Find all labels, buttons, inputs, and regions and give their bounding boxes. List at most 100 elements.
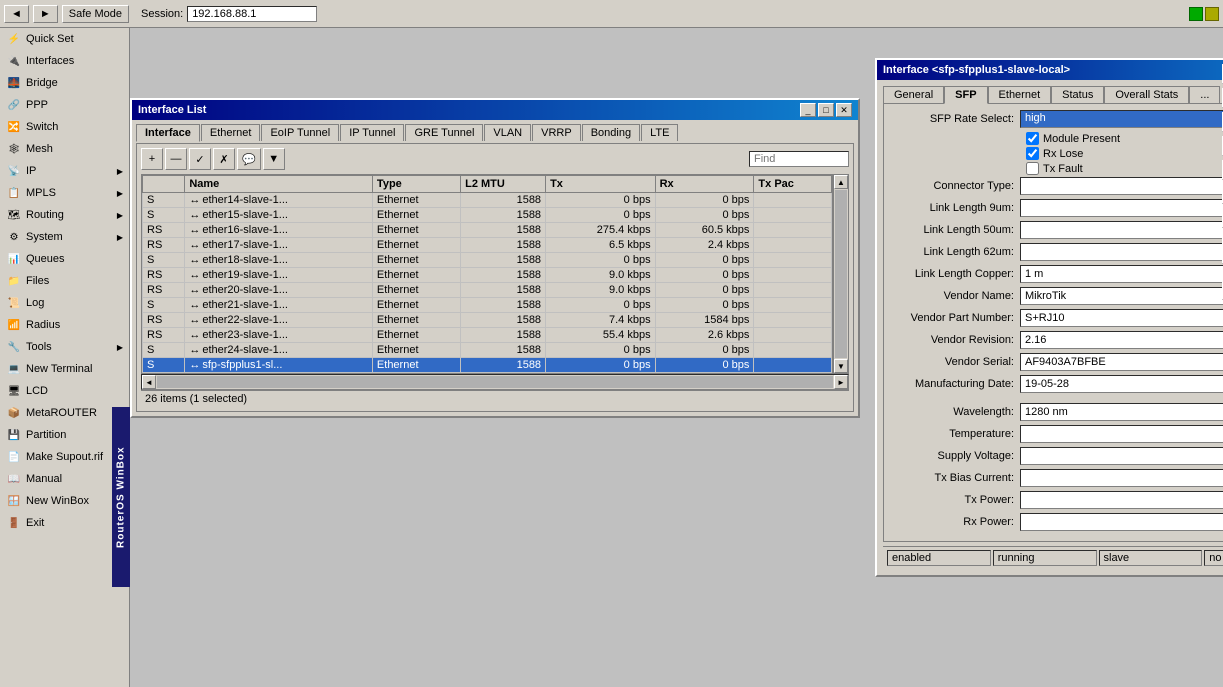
link-50um-input[interactable]	[1020, 221, 1223, 239]
col-type[interactable]: Type	[372, 176, 460, 193]
sidebar-item-bridge[interactable]: 🌉 Bridge	[0, 72, 129, 94]
vendor-part-input[interactable]	[1020, 309, 1223, 327]
temperature-input[interactable]	[1020, 425, 1223, 443]
sidebar-item-log[interactable]: 📜 Log	[0, 292, 129, 314]
tab-bonding[interactable]: Bonding	[582, 124, 640, 141]
sidebar-item-partition[interactable]: 💾 Partition	[0, 424, 129, 446]
sidebar-item-system[interactable]: ⚙ System ▶	[0, 226, 129, 248]
table-row[interactable]: S ↔ether18-slave-1... Ethernet 1588 0 bp…	[143, 253, 832, 268]
forward-button[interactable]: ►	[33, 5, 58, 23]
tab-eoip[interactable]: EoIP Tunnel	[261, 124, 339, 141]
link-9um-input[interactable]	[1020, 199, 1223, 217]
table-row[interactable]: RS ↔ether17-slave-1... Ethernet 1588 6.5…	[143, 238, 832, 253]
tab-gre[interactable]: GRE Tunnel	[405, 124, 483, 141]
table-row[interactable]: RS ↔ether16-slave-1... Ethernet 1588 275…	[143, 223, 832, 238]
sidebar-item-quick-set[interactable]: ⚡ Quick Set	[0, 28, 129, 50]
sidebar-item-files[interactable]: 📁 Files	[0, 270, 129, 292]
filter-button[interactable]: ▼	[263, 148, 285, 170]
sidebar-item-new-terminal[interactable]: 💻 New Terminal	[0, 358, 129, 380]
tx-bias-input[interactable]	[1020, 469, 1223, 487]
tab-ethernet[interactable]: Ethernet	[988, 86, 1052, 103]
table-row[interactable]: S ↔ether14-slave-1... Ethernet 1588 0 bp…	[143, 193, 832, 208]
session-input[interactable]	[187, 6, 317, 22]
vendor-name-input[interactable]	[1020, 287, 1223, 305]
col-rx[interactable]: Rx	[655, 176, 754, 193]
tx-power-input[interactable]	[1020, 491, 1223, 509]
table-row[interactable]: S ↔ether15-slave-1... Ethernet 1588 0 bp…	[143, 208, 832, 223]
sidebar-item-new-winbox[interactable]: 🪟 New WinBox	[0, 490, 129, 512]
back-button[interactable]: ◄	[4, 5, 29, 23]
sidebar-item-metarouter[interactable]: 📦 MetaROUTER	[0, 402, 129, 424]
vertical-scrollbar[interactable]: ▲ ▼	[833, 174, 849, 374]
table-row[interactable]: RS ↔ether20-slave-1... Ethernet 1588 9.0…	[143, 283, 832, 298]
tab-ethernet[interactable]: Ethernet	[201, 124, 261, 141]
table-row[interactable]: S ↔ether24-slave-1... Ethernet 1588 0 bp…	[143, 343, 832, 358]
enable-button[interactable]: ✓	[189, 148, 211, 170]
tab-interface[interactable]: Interface	[136, 124, 200, 142]
sidebar-item-switch[interactable]: 🔀 Switch	[0, 116, 129, 138]
close-button[interactable]: ✕	[836, 103, 852, 117]
wavelength-input[interactable]	[1020, 403, 1223, 421]
col-l2mtu[interactable]: L2 MTU	[461, 176, 546, 193]
vendor-revision-input[interactable]	[1020, 331, 1223, 349]
sidebar-item-exit[interactable]: 🚪 Exit	[0, 512, 129, 534]
scroll-right-arrow[interactable]: ►	[834, 375, 848, 389]
sidebar-item-lcd[interactable]: 🖥 LCD	[0, 380, 129, 402]
scroll-up-arrow[interactable]: ▲	[834, 175, 848, 189]
sidebar-item-mesh[interactable]: 🕸 Mesh	[0, 138, 129, 160]
find-input[interactable]	[749, 151, 849, 167]
mfg-date-input[interactable]	[1020, 375, 1223, 393]
col-tx[interactable]: Tx	[546, 176, 656, 193]
scroll-down-arrow[interactable]: ▼	[834, 359, 848, 373]
table-row[interactable]: RS ↔ether23-slave-1... Ethernet 1588 55.…	[143, 328, 832, 343]
tab-status[interactable]: Status	[1051, 86, 1104, 103]
tab-more[interactable]: ...	[1189, 86, 1220, 103]
tab-ip-tunnel[interactable]: IP Tunnel	[340, 124, 404, 141]
tab-general[interactable]: General	[883, 86, 944, 103]
tab-vlan[interactable]: VLAN	[484, 124, 531, 141]
horizontal-scrollbar[interactable]: ◄ ►	[141, 374, 849, 390]
add-button[interactable]: +	[141, 148, 163, 170]
safe-mode-button[interactable]: Safe Mode	[62, 5, 129, 23]
remove-button[interactable]: —	[165, 148, 187, 170]
comment-button[interactable]: 💬	[237, 148, 261, 170]
row-type: Ethernet	[372, 238, 460, 253]
table-scroll-area[interactable]: Name Type L2 MTU Tx Rx Tx Pac	[141, 174, 833, 374]
col-txpac[interactable]: Tx Pac	[754, 176, 832, 193]
minimize-button[interactable]: _	[800, 103, 816, 117]
rx-lose-checkbox[interactable]	[1026, 147, 1039, 160]
table-row[interactable]: S ↔sfp-sfpplus1-sl... Ethernet 1588 0 bp…	[143, 358, 832, 373]
link-62um-input[interactable]	[1020, 243, 1223, 261]
sidebar-item-routing[interactable]: 🗺 Routing ▶	[0, 204, 129, 226]
table-row[interactable]: S ↔sfpplus2-slave-... Ethernet 1588 0 bp…	[143, 373, 832, 375]
table-row[interactable]: S ↔ether21-slave-1... Ethernet 1588 0 bp…	[143, 298, 832, 313]
col-name[interactable]: Name	[185, 176, 373, 193]
tx-fault-checkbox[interactable]	[1026, 162, 1039, 175]
module-present-checkbox[interactable]	[1026, 132, 1039, 145]
tab-overall-stats[interactable]: Overall Stats	[1104, 86, 1189, 103]
connector-type-input[interactable]	[1020, 177, 1223, 195]
sidebar-item-ip[interactable]: 📡 IP ▶	[0, 160, 129, 182]
sidebar-item-radius[interactable]: 📶 Radius	[0, 314, 129, 336]
sidebar-item-mpls[interactable]: 📋 MPLS ▶	[0, 182, 129, 204]
sidebar-label: Switch	[26, 121, 123, 133]
tab-lte[interactable]: LTE	[641, 124, 678, 141]
sidebar-item-interfaces[interactable]: 🔌 Interfaces	[0, 50, 129, 72]
link-copper-input[interactable]	[1020, 265, 1223, 283]
vendor-serial-input[interactable]	[1020, 353, 1223, 371]
rx-power-input[interactable]	[1020, 513, 1223, 531]
table-row[interactable]: RS ↔ether19-slave-1... Ethernet 1588 9.0…	[143, 268, 832, 283]
sidebar-item-manual[interactable]: 📖 Manual	[0, 468, 129, 490]
tab-sfp[interactable]: SFP	[944, 86, 987, 104]
scroll-left-arrow[interactable]: ◄	[142, 375, 156, 389]
maximize-button[interactable]: □	[818, 103, 834, 117]
sidebar-item-tools[interactable]: 🔧 Tools ▶	[0, 336, 129, 358]
table-row[interactable]: RS ↔ether22-slave-1... Ethernet 1588 7.4…	[143, 313, 832, 328]
sidebar-item-queues[interactable]: 📊 Queues	[0, 248, 129, 270]
disable-button[interactable]: ✗	[213, 148, 235, 170]
sidebar-item-supout[interactable]: 📄 Make Supout.rif	[0, 446, 129, 468]
tab-vrrp[interactable]: VRRP	[532, 124, 581, 141]
sidebar-item-ppp[interactable]: 🔗 PPP	[0, 94, 129, 116]
supply-voltage-input[interactable]	[1020, 447, 1223, 465]
sfp-rate-select-field[interactable]: high	[1020, 110, 1223, 128]
